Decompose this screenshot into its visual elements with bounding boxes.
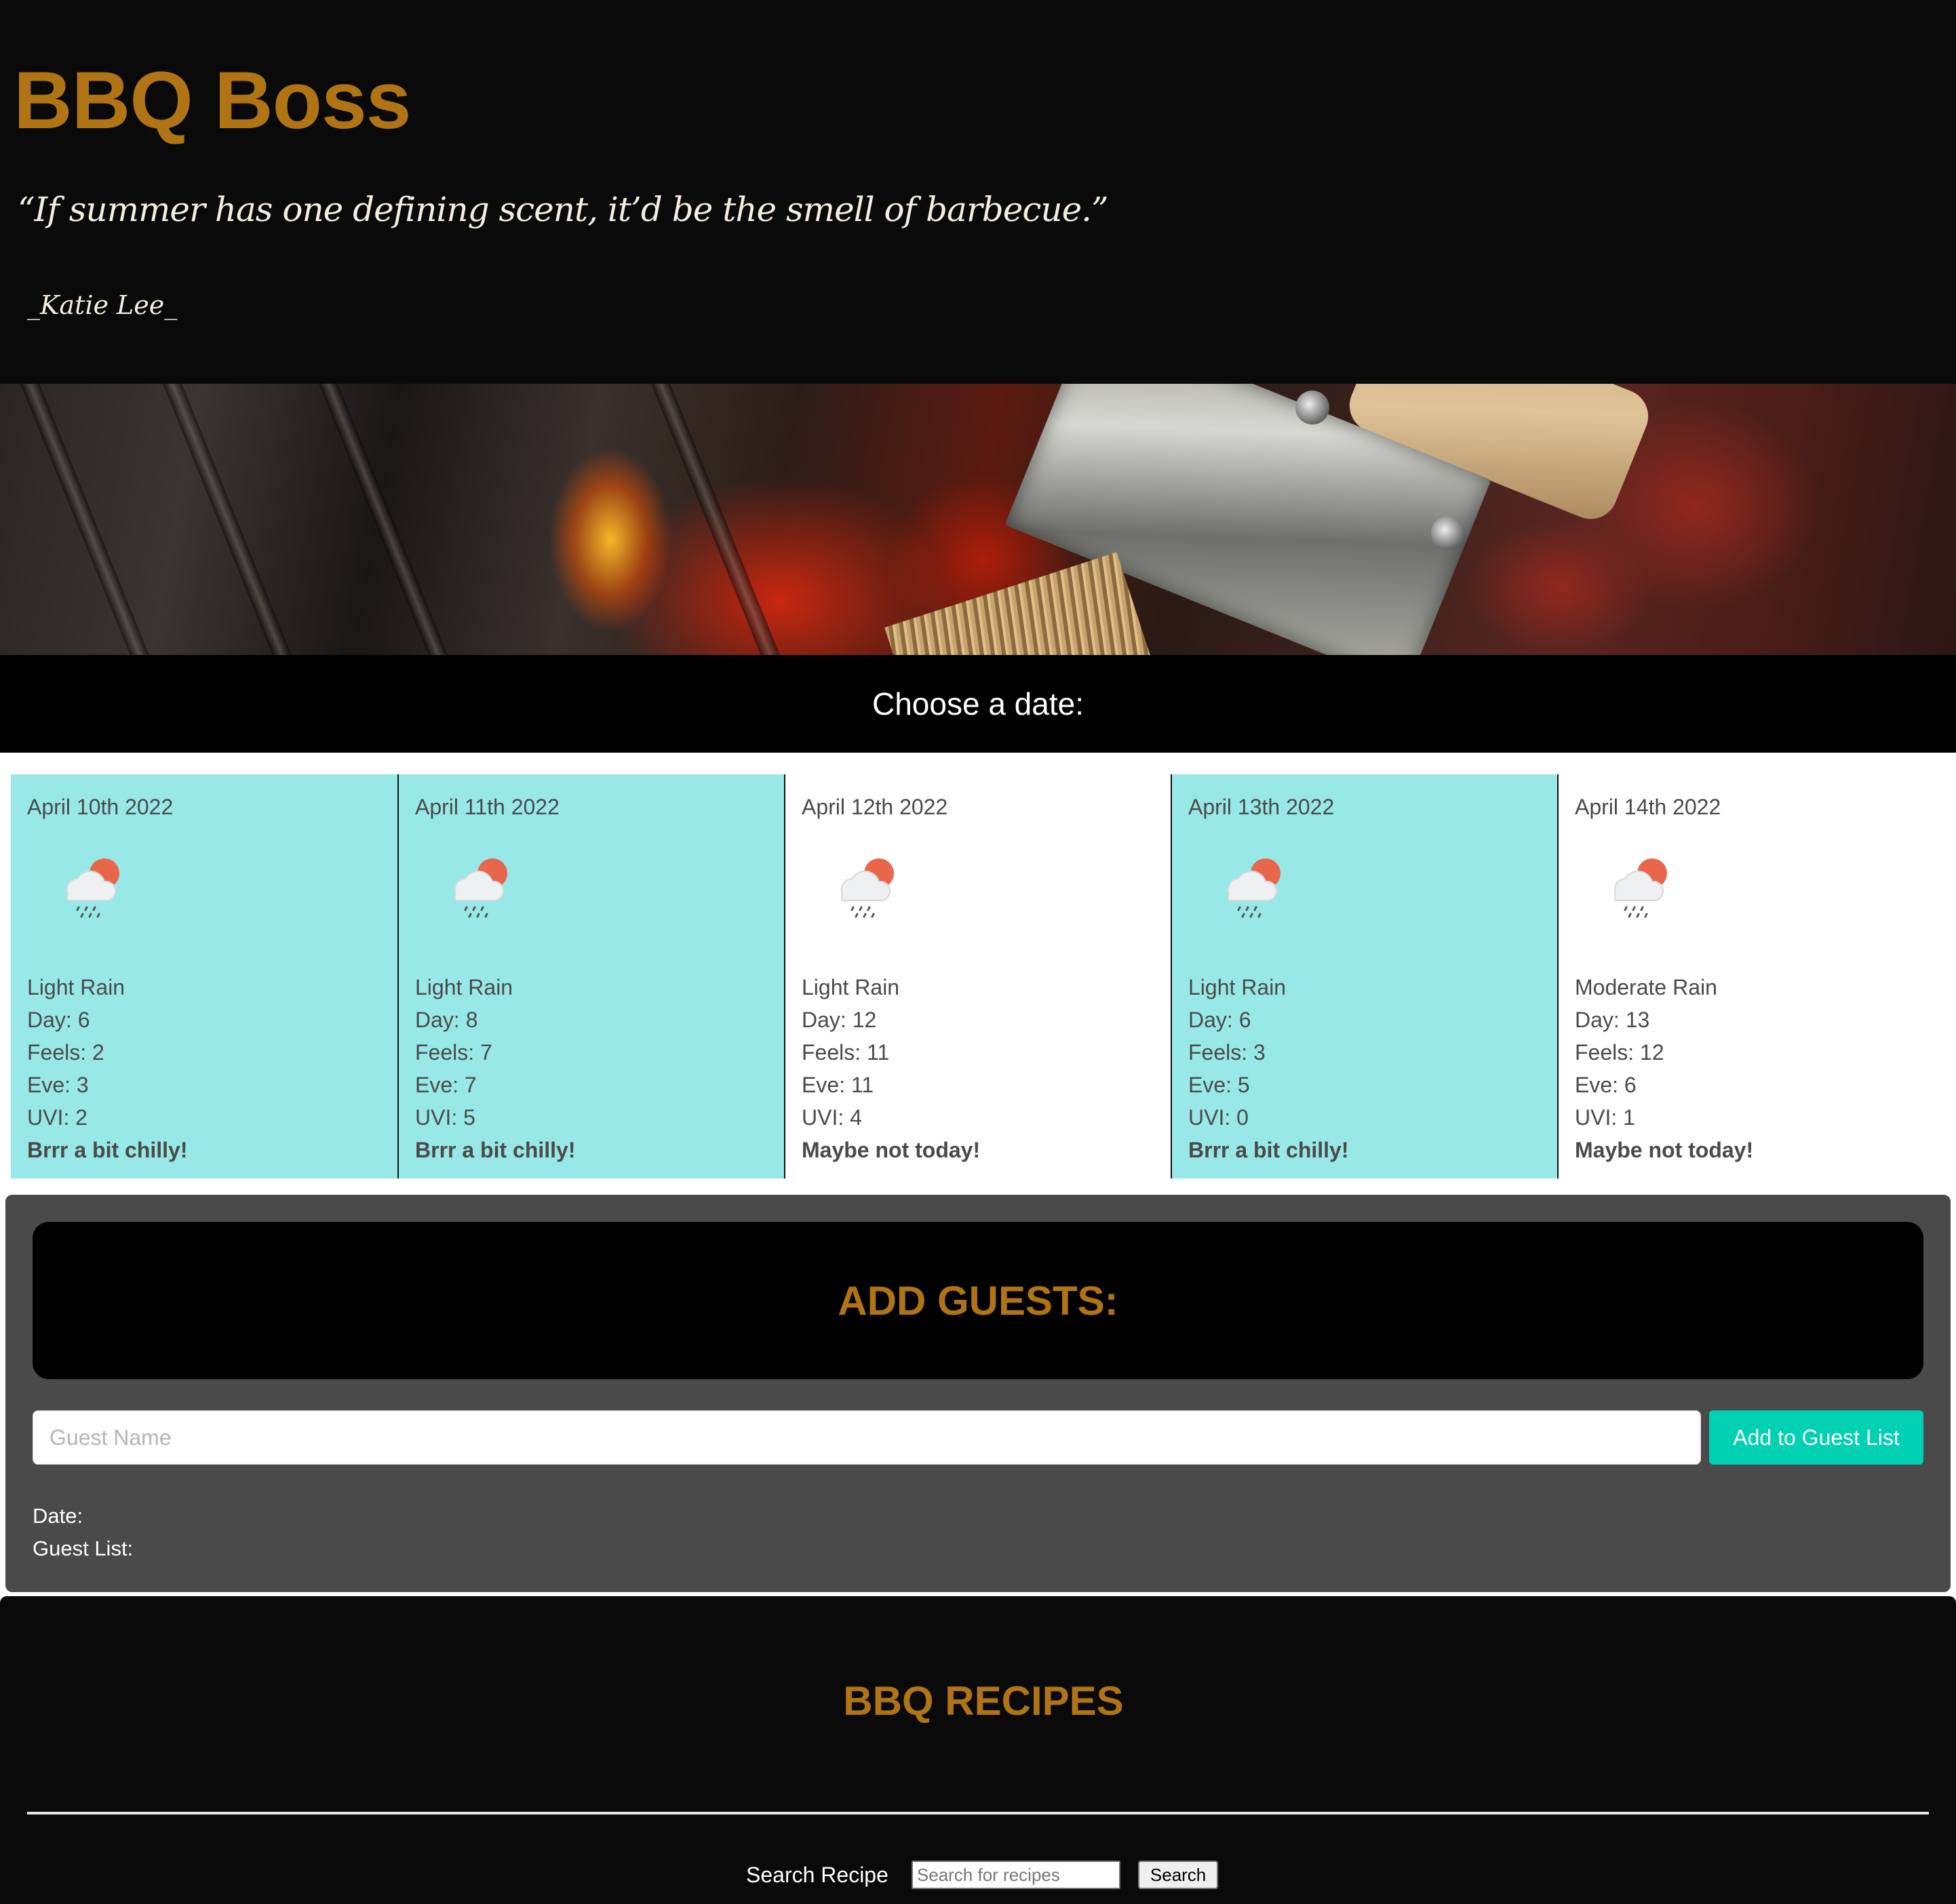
forecast-details: Light Rain Day: 6 Feels: 3 Eve: 5 UVI: 0… [1188,971,1349,1166]
hero-bbq-image [0,384,1956,655]
rain-cloud-sun-icon [1227,858,1280,918]
forecast-details: Light Rain Day: 12 Feels: 11 Eve: 11 UVI… [802,971,980,1166]
forecast-card[interactable]: April 14th 2022 Moderate Rain Day: 13 Fe… [1557,774,1944,1178]
forecast-card[interactable]: April 13th 2022 Light Rain Day: 6 Feels:… [1171,774,1557,1178]
forecast-uvi: UVI: 0 [1188,1105,1249,1130]
grill-grate-bar [158,384,307,655]
forecast-day-temp: Day: 6 [1188,1008,1251,1032]
add-guests-panel: ADD GUESTS: Add to Guest List Date: Gues… [5,1195,1951,1592]
forecast-condition: Light Rain [415,975,513,999]
add-guests-title: ADD GUESTS: [838,1277,1118,1324]
forecast-feels-temp: Feels: 11 [802,1040,890,1065]
grill-grate-bar [314,384,463,655]
recipe-search-input[interactable] [911,1861,1120,1889]
header-quote: “If summer has one defining scent, it’d … [18,190,1109,229]
quote-author: _Katie Lee_ [27,290,178,320]
forecast-card[interactable]: April 11th 2022 Light Rain Day: 8 Feels:… [397,774,784,1178]
forecast-details: Light Rain Day: 8 Feels: 7 Eve: 7 UVI: 5… [415,971,576,1166]
forecast-eve-temp: Eve: 3 [27,1073,89,1097]
forecast-verdict: Brrr a bit chilly! [1188,1138,1349,1162]
forecast-condition: Light Rain [802,975,900,999]
recipes-title: BBQ RECIPES [843,1678,1124,1724]
forecast-verdict: Brrr a bit chilly! [415,1138,576,1162]
forecast-uvi: UVI: 5 [415,1105,475,1130]
guest-list-label: Guest List: [33,1536,134,1560]
forecast-eve-temp: Eve: 7 [415,1073,477,1097]
recipe-search-form: Search Recipe Search [746,1859,1219,1890]
forecast-day-temp: Day: 13 [1575,1008,1650,1032]
forecast-card[interactable]: April 10th 2022 Light Rain Day: 6 Feels:… [11,774,397,1178]
forecast-condition: Light Rain [1188,975,1287,999]
forecast-verdict: Maybe not today! [1575,1138,1754,1162]
rain-cloud-sun-icon [840,858,894,918]
site-header: BBQ Boss “If summer has one defining sce… [0,0,1956,384]
brush-rivet [1431,516,1465,550]
forecast-date: April 14th 2022 [1575,795,1721,819]
search-recipe-label: Search Recipe [746,1862,888,1887]
forecast-eve-temp: Eve: 11 [802,1073,874,1097]
choose-date-bar: Choose a date: [0,655,1956,753]
guest-meta: Date: Guest List: [33,1500,133,1565]
add-guests-header: ADD GUESTS: [33,1222,1923,1379]
forecast-verdict: Maybe not today! [802,1138,981,1162]
forecast-day-temp: Day: 12 [802,1008,877,1032]
brush-rivet [1295,391,1329,424]
forecast-feels-temp: Feels: 12 [1575,1040,1664,1065]
grill-grate-bar [646,384,796,655]
forecast-feels-temp: Feels: 3 [1188,1040,1266,1065]
forecast-feels-temp: Feels: 7 [415,1040,492,1065]
forecast-date: April 13th 2022 [1188,795,1335,819]
forecast-day-temp: Day: 8 [415,1008,478,1032]
forecast-condition: Moderate Rain [1575,975,1717,999]
choose-date-label: Choose a date: [872,686,1084,721]
grill-grate-bar [16,384,165,655]
forecast-date: April 12th 2022 [802,795,948,819]
recipes-divider [27,1812,1929,1814]
recipes-section: BBQ RECIPES Search Recipe Search [0,1596,1956,1904]
rain-cloud-sun-icon [66,858,119,918]
forecast-uvi: UVI: 2 [27,1105,87,1130]
forecast-day-temp: Day: 6 [27,1008,90,1032]
forecast-cards: April 10th 2022 Light Rain Day: 6 Feels:… [11,774,1945,1178]
forecast-eve-temp: Eve: 5 [1188,1073,1250,1097]
forecast-details: Moderate Rain Day: 13 Feels: 12 Eve: 6 U… [1575,971,1753,1166]
forecast-verdict: Brrr a bit chilly! [27,1138,188,1162]
add-to-guest-list-button[interactable]: Add to Guest List [1709,1410,1923,1465]
forecast-eve-temp: Eve: 6 [1575,1073,1637,1097]
guest-name-input[interactable] [33,1410,1701,1465]
forecast-condition: Light Rain [27,975,125,999]
site-title: BBQ Boss [14,55,411,146]
rain-cloud-sun-icon [454,858,507,918]
forecast-details: Light Rain Day: 6 Feels: 2 Eve: 3 UVI: 2… [27,971,188,1166]
forecast-date: April 10th 2022 [27,795,174,819]
forecast-uvi: UVI: 1 [1575,1105,1635,1130]
selected-date-label: Date: [33,1504,83,1528]
forecast-uvi: UVI: 4 [802,1105,862,1130]
rain-cloud-sun-icon [1613,858,1667,918]
brush-bristles [884,552,1150,655]
recipe-search-button[interactable]: Search [1137,1861,1219,1889]
forecast-feels-temp: Feels: 2 [27,1040,104,1065]
forecast-date: April 11th 2022 [415,795,560,819]
forecast-card[interactable]: April 12th 2022 Light Rain Day: 12 Feels… [784,774,1171,1178]
